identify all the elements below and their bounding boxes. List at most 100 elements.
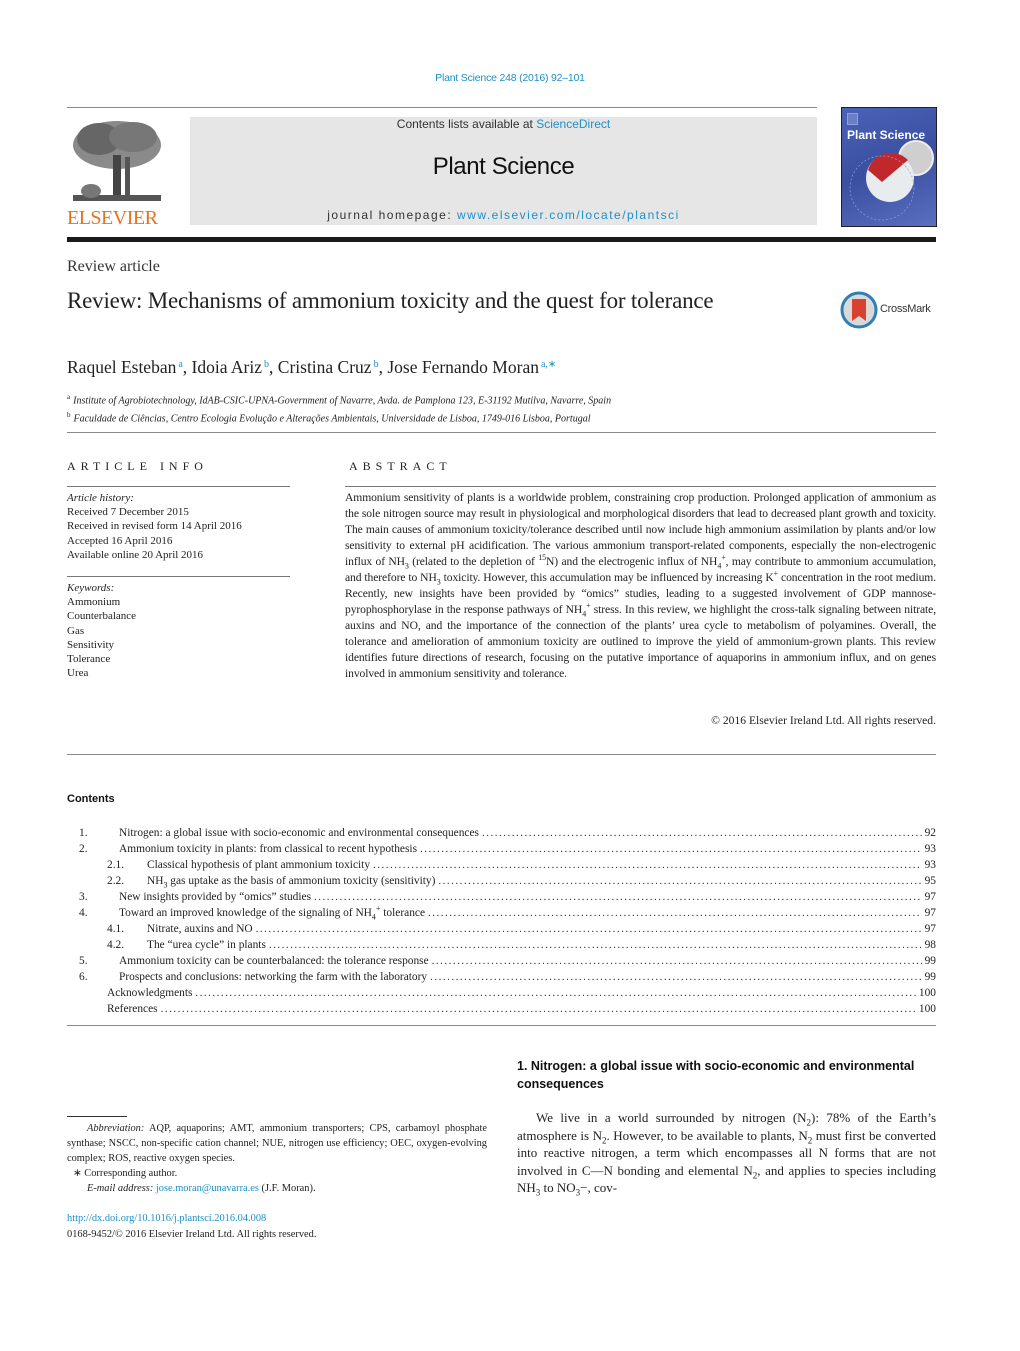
history-item: Accepted 16 April 2016: [67, 534, 173, 547]
toc-page-number[interactable]: 93: [925, 857, 936, 873]
toc-number: 4.2.: [107, 939, 125, 951]
toc-label[interactable]: Classical hypothesis of plant ammonium t…: [147, 857, 370, 873]
homepage-prefix: journal homepage:: [327, 208, 457, 222]
article-history: Article history: Received 7 December 201…: [67, 491, 242, 562]
toc-entry[interactable]: 3. New insights provided by “omics” studi…: [67, 889, 936, 905]
toc-label[interactable]: References: [107, 1001, 158, 1017]
toc-label[interactable]: Acknowledgments: [107, 985, 192, 1001]
divider: [67, 576, 290, 577]
sciencedirect-link[interactable]: ScienceDirect: [536, 117, 610, 131]
abstract-copyright: © 2016 Elsevier Ireland Ltd. All rights …: [711, 714, 936, 727]
journal-cover-image[interactable]: Plant Science: [841, 107, 937, 227]
toc-page-number[interactable]: 97: [925, 889, 936, 905]
article-title: Review: Mechanisms of ammonium toxicity …: [67, 288, 714, 313]
journal-header-box: Contents lists available at ScienceDirec…: [190, 117, 817, 225]
toc-leader-dots: ........................................…: [431, 955, 922, 967]
toc-number: 4.: [79, 907, 88, 919]
author[interactable]: Jose Fernando Moran a,∗: [387, 357, 556, 377]
toc-label[interactable]: Ammonium toxicity can be counterbalanced…: [119, 953, 429, 969]
toc-page-number[interactable]: 97: [925, 905, 936, 921]
toc-entry[interactable]: 5. Ammonium toxicity can be counterbalanc…: [67, 953, 936, 969]
article-type: Review article: [67, 258, 160, 275]
divider: [67, 432, 936, 433]
journal-name: Plant Science: [432, 153, 575, 180]
section-body: We live in a world surrounded by nitroge…: [517, 1109, 936, 1197]
toc-entry[interactable]: 4.2. The “urea cycle” in plants..........…: [67, 937, 936, 953]
toc-entry[interactable]: 1. Nitrogen: a global issue with socio-ec…: [67, 825, 936, 841]
toc-label[interactable]: Nitrogen: a global issue with socio-econ…: [119, 825, 479, 841]
elsevier-logo[interactable]: ELSEVIER: [67, 117, 167, 229]
toc-page-number[interactable]: 95: [925, 873, 936, 889]
toc-page-number[interactable]: 98: [925, 937, 936, 953]
toc-label[interactable]: New insights provided by “omics” studies: [119, 889, 311, 905]
toc-leader-dots: ........................................…: [373, 859, 922, 871]
toc-entry[interactable]: 2. Ammonium toxicity in plants: from clas…: [67, 841, 936, 857]
toc-entry[interactable]: References..............................…: [67, 1001, 936, 1017]
history-item: Available online 20 April 2016: [67, 548, 204, 561]
toc-entry[interactable]: 2.1. Classical hypothesis of plant ammoni…: [67, 857, 936, 873]
corresponding-author-note: ∗ Corresponding author.: [73, 1168, 178, 1179]
author-affil-mark[interactable]: a,∗: [541, 359, 556, 370]
keyword: Sensitivity: [67, 638, 115, 651]
keyword: Gas: [67, 624, 85, 637]
toc-page-number[interactable]: 92: [925, 825, 936, 841]
history-item: Received 7 December 2015: [67, 506, 189, 519]
contents-available: Contents lists available at ScienceDirec…: [190, 117, 817, 131]
author[interactable]: Idoia Ariz b: [192, 357, 269, 377]
toc-entry[interactable]: 2.2. NH3 gas uptake as the basis of ammon…: [67, 873, 936, 889]
table-of-contents: 1. Nitrogen: a global issue with socio-ec…: [67, 825, 936, 1017]
toc-number: 1.: [79, 827, 88, 839]
toc-number: 5.: [79, 955, 88, 967]
crossmark-button[interactable]: CrossMark: [840, 291, 940, 329]
divider: [67, 754, 936, 755]
affiliation: a Institute of Agrobiotechnology, IdAB-CS…: [67, 393, 612, 407]
journal-citation-link[interactable]: Plant Science 248 (2016) 92–101: [0, 72, 1020, 84]
toc-label[interactable]: NH3 gas uptake as the basis of ammonium …: [147, 873, 435, 889]
crossmark-label: CrossMark: [880, 303, 931, 315]
abstract-heading: ABSTRACT: [349, 459, 452, 473]
email-link[interactable]: jose.moran@unavarra.es: [156, 1183, 259, 1194]
toc-entry[interactable]: 4. Toward an improved knowledge of the si…: [67, 905, 936, 921]
toc-label[interactable]: Toward an improved knowledge of the sign…: [119, 905, 425, 921]
author-affil-mark[interactable]: b: [264, 359, 269, 370]
affiliation: b Faculdade de Ciências, Centro Ecologia …: [67, 411, 591, 425]
section-heading: 1. Nitrogen: a global issue with socio-e…: [517, 1059, 915, 1091]
toc-entry[interactable]: 6. Prospects and conclusions: networking …: [67, 969, 936, 985]
keywords-label: Keywords:: [67, 582, 115, 594]
toc-leader-dots: ........................................…: [428, 907, 922, 919]
toc-entry[interactable]: 4.1. Nitrate, auxins and NO..............…: [67, 921, 936, 937]
doi-link[interactable]: http://dx.doi.org/10.1016/j.plantsci.201…: [67, 1211, 316, 1227]
journal-homepage: journal homepage: www.elsevier.com/locat…: [190, 208, 817, 222]
toc-leader-dots: ........................................…: [268, 939, 922, 951]
homepage-link[interactable]: www.elsevier.com/locate/plantsci: [457, 208, 680, 222]
toc-page-number[interactable]: 99: [925, 953, 936, 969]
elsevier-wordmark: ELSEVIER: [67, 207, 158, 229]
toc-leader-dots: ........................................…: [420, 843, 922, 855]
toc-entry[interactable]: Acknowledgments.........................…: [67, 985, 936, 1001]
keyword: Counterbalance: [67, 610, 137, 623]
history-label: Article history:: [67, 492, 134, 504]
toc-page-number[interactable]: 93: [925, 841, 936, 857]
toc-page-number[interactable]: 97: [925, 921, 936, 937]
paragraph: We live in a world surrounded by nitroge…: [517, 1110, 937, 1198]
author-list: Raquel Esteban a, Idoia Ariz b, Cristina C…: [67, 357, 557, 377]
toc-leader-dots: ........................................…: [481, 827, 922, 839]
toc-label[interactable]: The “urea cycle” in plants: [147, 937, 266, 953]
toc-page-number[interactable]: 100: [919, 1001, 936, 1017]
toc-label[interactable]: Prospects and conclusions: networking th…: [119, 969, 427, 985]
keywords: Keywords: Ammonium Counterbalance Gas Se…: [67, 581, 136, 680]
toc-label[interactable]: Ammonium toxicity in plants: from classi…: [119, 841, 417, 857]
author-affil-mark[interactable]: a: [178, 359, 182, 370]
toc-page-number[interactable]: 99: [925, 969, 936, 985]
toc-label[interactable]: Nitrate, auxins and NO: [147, 921, 253, 937]
footnote-divider: [67, 1116, 127, 1117]
author[interactable]: Cristina Cruz b: [278, 357, 379, 377]
toc-page-number[interactable]: 100: [919, 985, 936, 1001]
toc-number: 2.2.: [107, 875, 125, 887]
author-affil-mark[interactable]: b: [374, 359, 379, 370]
abstract-text: Ammonium sensitivity of plants is a worl…: [345, 491, 937, 680]
author[interactable]: Raquel Esteban a: [67, 357, 183, 377]
crossmark-icon: [840, 291, 878, 329]
divider: [67, 1025, 936, 1026]
cover-petri-dish-icon: [849, 140, 934, 221]
